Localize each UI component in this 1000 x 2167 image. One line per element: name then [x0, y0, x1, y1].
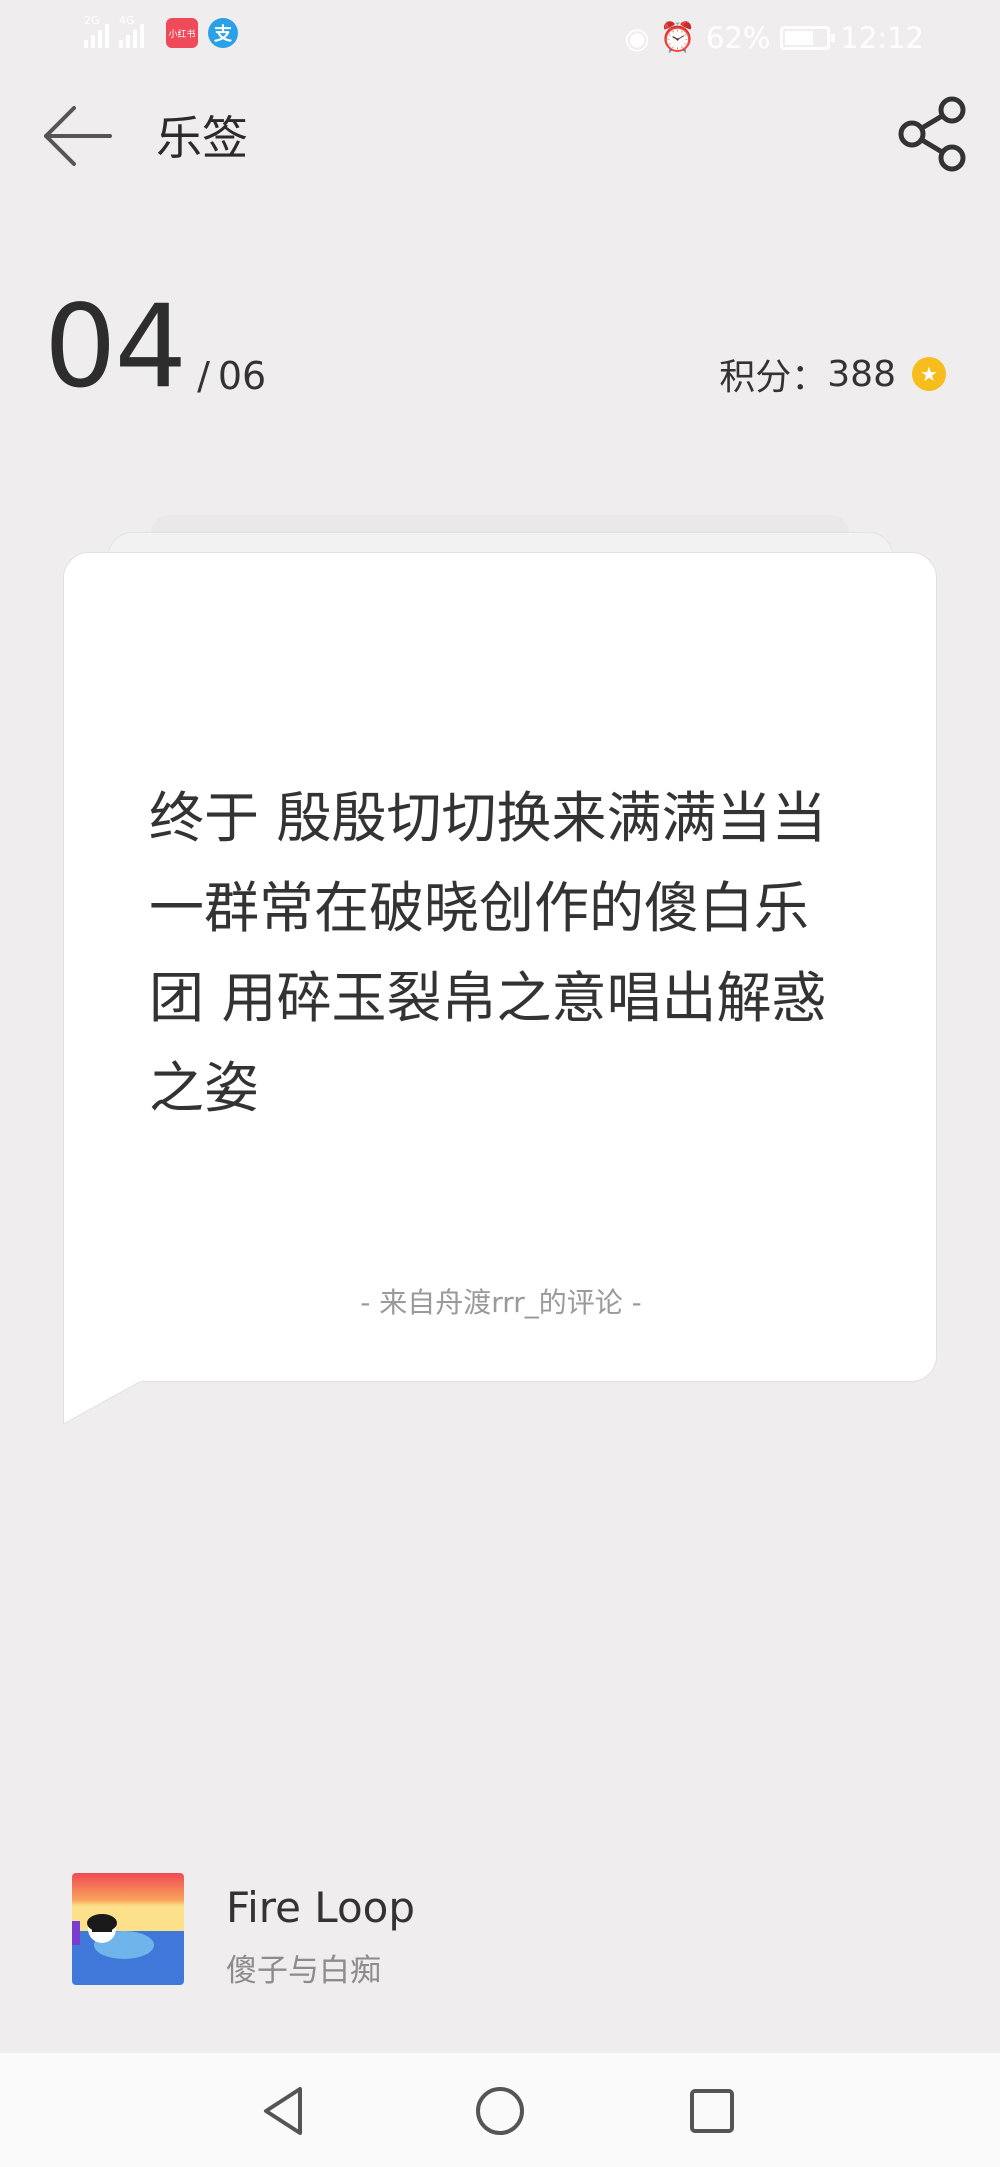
counter-separator: / — [197, 354, 210, 398]
app-header: 乐签 — [0, 88, 1000, 178]
nav-back-button[interactable] — [256, 2081, 316, 2141]
status-bar-left: 2G 4G 小红书 支 — [84, 14, 238, 48]
share-icon — [898, 96, 966, 172]
speech-bubble-tail — [63, 1380, 143, 1425]
signal-type-label: 2G — [84, 14, 100, 27]
signal-type-label: 4G — [119, 14, 135, 27]
quote-card[interactable]: 终于 殷殷切切换来满满当当 一群常在破晓创作的傻白乐团 用碎玉裂帛之意唱出解惑之… — [63, 552, 937, 1382]
album-cover[interactable] — [72, 1873, 184, 1985]
nav-recents-button[interactable] — [682, 2081, 742, 2141]
signal-icon: 4G — [119, 14, 144, 48]
points-label: 积分： — [719, 357, 828, 398]
eye-icon: ◉ — [624, 20, 650, 55]
share-button[interactable] — [892, 94, 972, 174]
signal-icon: 2G — [84, 14, 109, 48]
total-count: 06 — [217, 354, 267, 398]
back-button[interactable] — [40, 98, 116, 174]
alipay-app-icon: 支 — [208, 18, 238, 48]
back-arrow-icon — [44, 106, 112, 166]
square-recents-icon — [690, 2089, 734, 2133]
battery-percent: 62% — [705, 20, 771, 55]
card-counter: 04 / 06 — [44, 290, 266, 404]
alarm-icon: ⏰ — [659, 20, 696, 54]
points-display: 积分： 388 ★ — [719, 348, 946, 400]
song-title: Fire Loop — [226, 1883, 416, 1932]
song-artist: 傻子与白痴 — [226, 1953, 381, 1989]
battery-icon — [780, 25, 836, 50]
triangle-back-icon — [264, 2087, 302, 2135]
clock: 12:12 — [840, 20, 924, 55]
nav-home-button[interactable] — [470, 2081, 530, 2141]
quote-text: 终于 殷殷切切换来满满当当 一群常在破晓创作的傻白乐团 用碎玉裂帛之意唱出解惑之… — [149, 786, 827, 1120]
coin-star-icon: ★ — [912, 357, 946, 391]
system-nav-bar — [0, 2053, 1000, 2167]
status-bar: 2G 4G 小红书 支 ◉ ⏰ 62% 12:12 — [0, 0, 1000, 76]
quote-source: - 来自舟渡rrr_的评论 - — [360, 1286, 642, 1319]
song-info[interactable]: Fire Loop 傻子与白痴 — [72, 1873, 932, 1989]
page-title: 乐签 — [156, 111, 248, 165]
points-value: 388 — [827, 353, 896, 395]
status-bar-right: ◉ ⏰ 62% 12:12 — [625, 20, 924, 55]
current-index: 04 — [44, 280, 187, 413]
circle-home-icon — [476, 2087, 524, 2135]
xiaohongshu-app-icon: 小红书 — [166, 18, 198, 48]
